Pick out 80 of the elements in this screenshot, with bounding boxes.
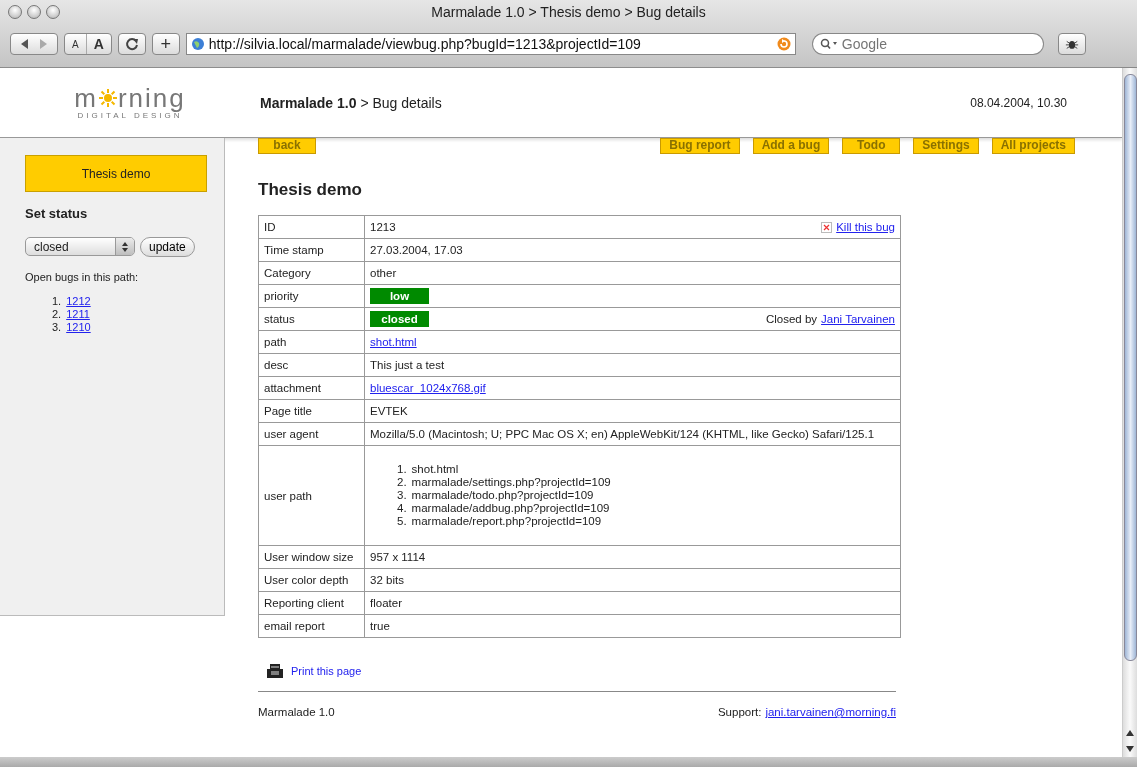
field-value: Mozilla/5.0 (Macintosh; U; PPC Mac OS X; en) AppleWebKit/124 (KHTML, like Gecko) Safari/125.1 xyxy=(370,428,875,440)
field-label: ID xyxy=(258,215,365,239)
bug-link[interactable]: 1211 xyxy=(66,308,90,320)
field-value: 27.03.2004, 17.03 xyxy=(370,244,463,256)
field-label: email report xyxy=(258,614,365,638)
minimize-window-button[interactable] xyxy=(27,5,41,19)
path-entry: shot.html xyxy=(411,463,459,475)
list-number: 1. xyxy=(52,295,62,307)
list-number: 4. xyxy=(397,502,407,514)
field-value: floater xyxy=(370,597,402,609)
field-label: Reporting client xyxy=(258,591,365,615)
path-entry: marmalade/addbug.php?projectId=109 xyxy=(411,502,610,514)
field-label: Category xyxy=(258,261,365,285)
field-label: User color depth xyxy=(258,568,365,592)
field-label: status xyxy=(258,307,365,331)
field-value: true xyxy=(370,620,390,632)
field-label: path xyxy=(258,330,365,354)
print-link[interactable]: Print this page xyxy=(291,665,362,677)
bug-link[interactable]: 1210 xyxy=(66,321,91,333)
close-window-button[interactable] xyxy=(8,5,22,19)
scrollbar[interactable] xyxy=(1122,68,1137,757)
text-smaller-button[interactable]: A xyxy=(65,34,87,54)
path-entry: marmalade/todo.php?projectId=109 xyxy=(411,489,594,501)
logo: m rning DIGITAL DESIGN xyxy=(73,85,187,120)
field-label: user path xyxy=(258,445,365,546)
printer-icon xyxy=(267,664,283,678)
field-value: 1213 xyxy=(370,221,396,233)
field-label: desc xyxy=(258,353,365,377)
field-value: other xyxy=(370,267,397,279)
closed-by-label: Closed by xyxy=(765,313,818,325)
date-time: 08.04.2004, 10.30 xyxy=(970,95,1068,110)
field-label: attachment xyxy=(258,376,365,400)
kill-bug-link[interactable]: Kill this bug xyxy=(836,221,895,233)
path-entry: marmalade/settings.php?projectId=109 xyxy=(411,476,611,488)
field-label: User window size xyxy=(258,545,365,569)
list-number: 5. xyxy=(397,515,407,527)
status-select[interactable]: closed xyxy=(25,237,135,256)
field-label: Time stamp xyxy=(258,238,365,262)
page-heading: Marmalade 1.0 > Bug details xyxy=(260,94,443,111)
add-bookmark-button[interactable]: + xyxy=(151,33,180,55)
list-number: 1. xyxy=(397,463,407,475)
support-label: Support: xyxy=(717,706,762,718)
field-value: 32 bits xyxy=(370,574,404,586)
status-badge: low xyxy=(370,288,429,304)
list-number: 2. xyxy=(52,308,62,320)
address-field[interactable]: http://silvia.local/marmalade/viewbug.php?bugId=1213&projectId=109 xyxy=(185,33,796,55)
list-number: 3. xyxy=(397,489,407,501)
field-value: 957 x 1114 xyxy=(370,551,426,563)
reload-button[interactable] xyxy=(117,33,146,55)
zoom-window-button[interactable] xyxy=(46,5,60,19)
text-bigger-button[interactable]: A xyxy=(86,34,111,54)
footer-version: Marmalade 1.0 xyxy=(258,706,335,718)
bug-icon[interactable] xyxy=(1057,33,1086,55)
file-link[interactable]: bluescar_1024x768.gif xyxy=(370,382,486,394)
scroll-down-icon[interactable] xyxy=(1126,745,1134,753)
delete-icon xyxy=(821,221,833,233)
globe-icon xyxy=(190,37,205,51)
field-value: EVTEK xyxy=(370,405,408,417)
list-number: 2. xyxy=(397,476,407,488)
update-button[interactable]: update xyxy=(140,237,195,257)
status-badge: closed xyxy=(370,311,429,327)
email-link[interactable]: jani.tarvainen@morning.fi xyxy=(765,706,896,718)
window-title: Marmalade 1.0 > Thesis demo > Bug details xyxy=(431,4,706,20)
stepper-arrows-icon xyxy=(121,240,129,253)
field-label: priority xyxy=(258,284,365,308)
user-link[interactable]: Jani Tarvainen xyxy=(821,313,895,325)
field-label: Page title xyxy=(258,399,365,423)
list-number: 3. xyxy=(52,321,62,333)
path-entry: marmalade/report.php?projectId=109 xyxy=(411,515,602,527)
file-link[interactable]: shot.html xyxy=(370,336,417,348)
project-title: Thesis demo xyxy=(258,180,363,200)
bug-link[interactable]: 1212 xyxy=(66,295,91,307)
scroll-up-icon[interactable] xyxy=(1126,729,1134,737)
back-forward-button[interactable] xyxy=(10,33,58,55)
field-value: This just a test xyxy=(370,359,445,371)
status-heading: Set status xyxy=(25,206,89,221)
open-bugs-label: Open bugs in this path: xyxy=(25,271,140,283)
project-label: Thesis demo xyxy=(25,155,207,192)
reload-icon xyxy=(124,37,139,51)
field-label: user agent xyxy=(258,422,365,446)
